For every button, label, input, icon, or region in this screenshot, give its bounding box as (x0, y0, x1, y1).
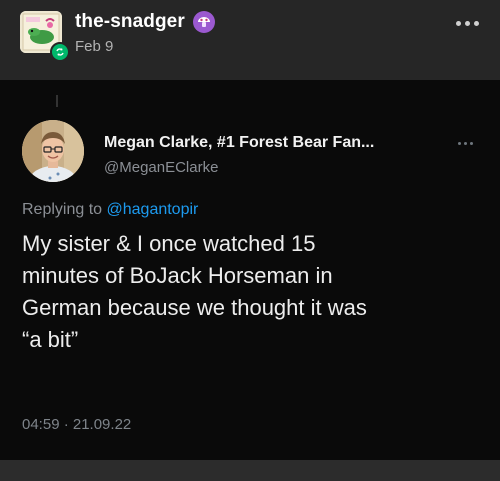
tweet-avatar (22, 120, 84, 182)
tweet-text-line: minutes of BoJack Horseman in (22, 263, 333, 288)
tweet-timestamp: 04:59 · 21.09.22 (22, 416, 132, 433)
replying-handle-link[interactable]: @hagantopir (107, 201, 199, 218)
replying-prefix: Replying to (22, 201, 103, 218)
tweet-text-line: My sister & I once watched 15 (22, 231, 316, 256)
thread-line (56, 95, 58, 107)
replying-to: Replying to @hagantopir (22, 201, 198, 219)
blog-username[interactable]: the-snadger (75, 11, 185, 33)
tweet-text: My sister & I once watched 15 minutes of… (22, 228, 492, 356)
blog-avatar[interactable] (20, 11, 70, 62)
tweet-display-name[interactable]: Megan Clarke, #1 Forest Bear Fan... (104, 134, 374, 152)
reblog-icon (50, 42, 70, 62)
tweet-more-icon[interactable] (458, 142, 473, 145)
post-date: Feb 9 (75, 38, 114, 55)
post-header: the-snadger Feb 9 (0, 0, 500, 80)
more-options-icon[interactable] (456, 18, 482, 28)
mushroom-badge-icon[interactable] (193, 11, 215, 33)
tweet-handle[interactable]: @MeganEClarke (104, 159, 218, 176)
tweet-screenshot: Megan Clarke, #1 Forest Bear Fan... @Meg… (0, 80, 500, 460)
tweet-text-line: “a bit” (22, 327, 79, 352)
tweet-text-line: German because we thought it was (22, 295, 367, 320)
post-footer-bar (0, 460, 500, 481)
